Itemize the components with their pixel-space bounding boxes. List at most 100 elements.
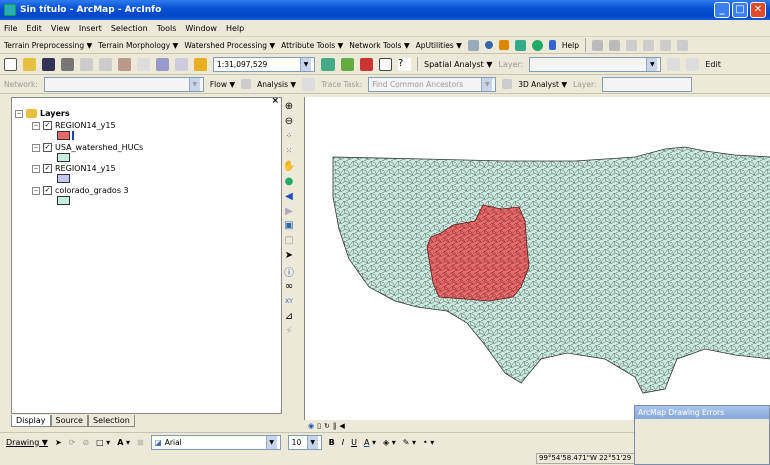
menu-tools[interactable]: Tools: [157, 24, 177, 33]
menu-selection[interactable]: Selection: [111, 24, 148, 33]
font-color-icon[interactable]: A ▾: [364, 438, 376, 447]
paste-icon[interactable]: [118, 57, 131, 71]
font-combo[interactable]: ◪ Arial ▼: [150, 434, 281, 450]
layer-visibility-checkbox[interactable]: ✓: [43, 164, 52, 173]
go-to-xy-icon[interactable]: XY: [282, 295, 296, 308]
tab-selection[interactable]: Selection: [87, 415, 135, 427]
close-button[interactable]: ✕: [750, 2, 766, 18]
hyperlink-icon[interactable]: ⚡: [282, 325, 296, 338]
toc-layer-3[interactable]: − ✓ REGION14_y15: [32, 164, 116, 173]
command-line-icon[interactable]: [379, 57, 392, 71]
save-icon[interactable]: [42, 57, 55, 71]
grid-tool-icon-2[interactable]: [608, 39, 620, 51]
toc-layer-4[interactable]: − ✓ colorado_grados 3: [32, 186, 129, 195]
layer-visibility-checkbox[interactable]: ✓: [43, 186, 52, 195]
editor-toolbar-icon[interactable]: [321, 57, 335, 71]
redo-icon[interactable]: [175, 57, 188, 71]
tab-display[interactable]: Display: [11, 415, 51, 427]
underline-button[interactable]: U: [351, 438, 357, 447]
terrain-preprocessing-menu[interactable]: Terrain Preprocessing ▼: [4, 41, 92, 50]
histogram-icon[interactable]: [667, 57, 681, 71]
fixed-zoom-in-icon[interactable]: ⁘: [282, 130, 296, 143]
network-icon[interactable]: [514, 39, 526, 51]
add-data-icon[interactable]: [194, 57, 207, 71]
data-view-icon[interactable]: ◉: [308, 422, 314, 430]
grid-tool-icon[interactable]: [591, 39, 603, 51]
whats-this-icon[interactable]: ?: [398, 57, 411, 71]
select-arrow-icon[interactable]: ➤: [55, 438, 62, 447]
collapse-icon[interactable]: −: [32, 186, 40, 195]
print-icon[interactable]: [61, 57, 74, 71]
menu-file[interactable]: File: [4, 24, 17, 33]
select-features-icon[interactable]: ▣: [282, 220, 296, 233]
zoom-in-icon[interactable]: ⊕: [282, 100, 296, 113]
forward-extent-icon[interactable]: ▶: [282, 205, 296, 218]
arctoolbox-icon[interactable]: [341, 57, 354, 71]
layout-view-icon[interactable]: ▯: [317, 422, 321, 430]
point-tool-icon[interactable]: [484, 41, 493, 49]
italic-button[interactable]: I: [342, 438, 344, 447]
tab-source[interactable]: Source: [50, 415, 88, 427]
map-display[interactable]: [304, 97, 770, 420]
minimize-button[interactable]: _: [714, 2, 730, 18]
spatial-layer-combo[interactable]: ▼: [529, 56, 662, 72]
font-size-combo[interactable]: 10 ▼: [287, 434, 322, 450]
flow-menu[interactable]: Flow ▼: [210, 80, 235, 89]
watershed-processing-menu[interactable]: Watershed Processing ▼: [184, 41, 275, 50]
map-scale-combo[interactable]: 1:31,097,529 ▼: [213, 56, 315, 72]
grid-tool-icon-4[interactable]: [642, 39, 654, 51]
grid-tool-icon-3[interactable]: [625, 39, 637, 51]
spatial-analyst-menu[interactable]: Spatial Analyst ▼: [424, 60, 493, 69]
drawing-errors-panel[interactable]: ArcMap Drawing Errors: [634, 405, 770, 465]
new-document-icon[interactable]: [4, 57, 17, 71]
collapse-icon[interactable]: −: [15, 109, 23, 118]
attribute-tools-menu[interactable]: Attribute Tools ▼: [281, 41, 343, 50]
menu-view[interactable]: View: [51, 24, 70, 33]
text-tool-icon[interactable]: A ▾: [117, 438, 130, 447]
open-folder-icon[interactable]: [23, 57, 36, 71]
toc-layer-1[interactable]: − ✓ REGION14_y15: [32, 121, 116, 130]
flow-path-icon[interactable]: [467, 39, 479, 51]
globe-icon[interactable]: [531, 39, 543, 51]
layer-visibility-checkbox[interactable]: ✓: [43, 143, 52, 152]
pan-hand-icon[interactable]: ✋: [282, 160, 296, 173]
copy-icon[interactable]: [99, 57, 112, 71]
3d-analyst-menu[interactable]: 3D Analyst ▼: [518, 80, 567, 89]
batch-icon[interactable]: [498, 40, 509, 50]
line-color-icon[interactable]: ✎ ▾: [403, 438, 416, 447]
edit-vertices-icon[interactable]: ⊠: [137, 438, 144, 447]
drawing-menu[interactable]: Drawing ▼: [6, 438, 48, 447]
3d-layer-combo[interactable]: [602, 76, 693, 92]
rectangle-icon[interactable]: □ ▾: [96, 438, 110, 447]
menu-window[interactable]: Window: [185, 24, 217, 33]
network-combo[interactable]: ▼: [43, 76, 204, 92]
rotate-icon[interactable]: ⟳: [69, 438, 76, 447]
bold-button[interactable]: B: [329, 438, 335, 447]
delete-icon[interactable]: [137, 57, 150, 71]
clear-selection-icon[interactable]: ▢: [282, 234, 296, 247]
solve-icon[interactable]: [502, 79, 513, 89]
flag-icon[interactable]: [548, 40, 556, 50]
full-extent-icon[interactable]: ●: [282, 175, 296, 188]
archydro-help[interactable]: Help: [562, 41, 579, 50]
contour-icon[interactable]: [686, 57, 700, 71]
toc-root[interactable]: − Layers: [15, 109, 70, 118]
pause-icon[interactable]: ‖: [333, 422, 337, 430]
analysis-menu[interactable]: Analysis ▼: [257, 80, 296, 89]
marker-color-icon[interactable]: • ▾: [423, 438, 434, 447]
menu-edit[interactable]: Edit: [26, 24, 42, 33]
collapse-icon[interactable]: −: [32, 164, 40, 173]
fixed-zoom-out-icon[interactable]: ⁙: [282, 145, 296, 158]
collapse-icon[interactable]: −: [32, 121, 40, 130]
maximize-button[interactable]: □: [732, 2, 748, 18]
edit-menu[interactable]: Edit: [705, 60, 721, 69]
find-binoculars-icon[interactable]: ∞: [282, 280, 296, 293]
fill-color-icon[interactable]: ◈ ▾: [383, 438, 396, 447]
menu-help[interactable]: Help: [226, 24, 244, 33]
flag-tool-icon[interactable]: [241, 79, 252, 89]
trace-task-combo[interactable]: Find Common Ancestors ▼: [368, 76, 497, 92]
toc-layer-2[interactable]: − ✓ USA_watershed_HUCs: [32, 143, 143, 152]
scroll-left-icon[interactable]: ◀: [339, 422, 344, 430]
zoom-page-icon[interactable]: ⊘: [82, 438, 89, 447]
flag-dropdown-icon[interactable]: [302, 77, 316, 91]
